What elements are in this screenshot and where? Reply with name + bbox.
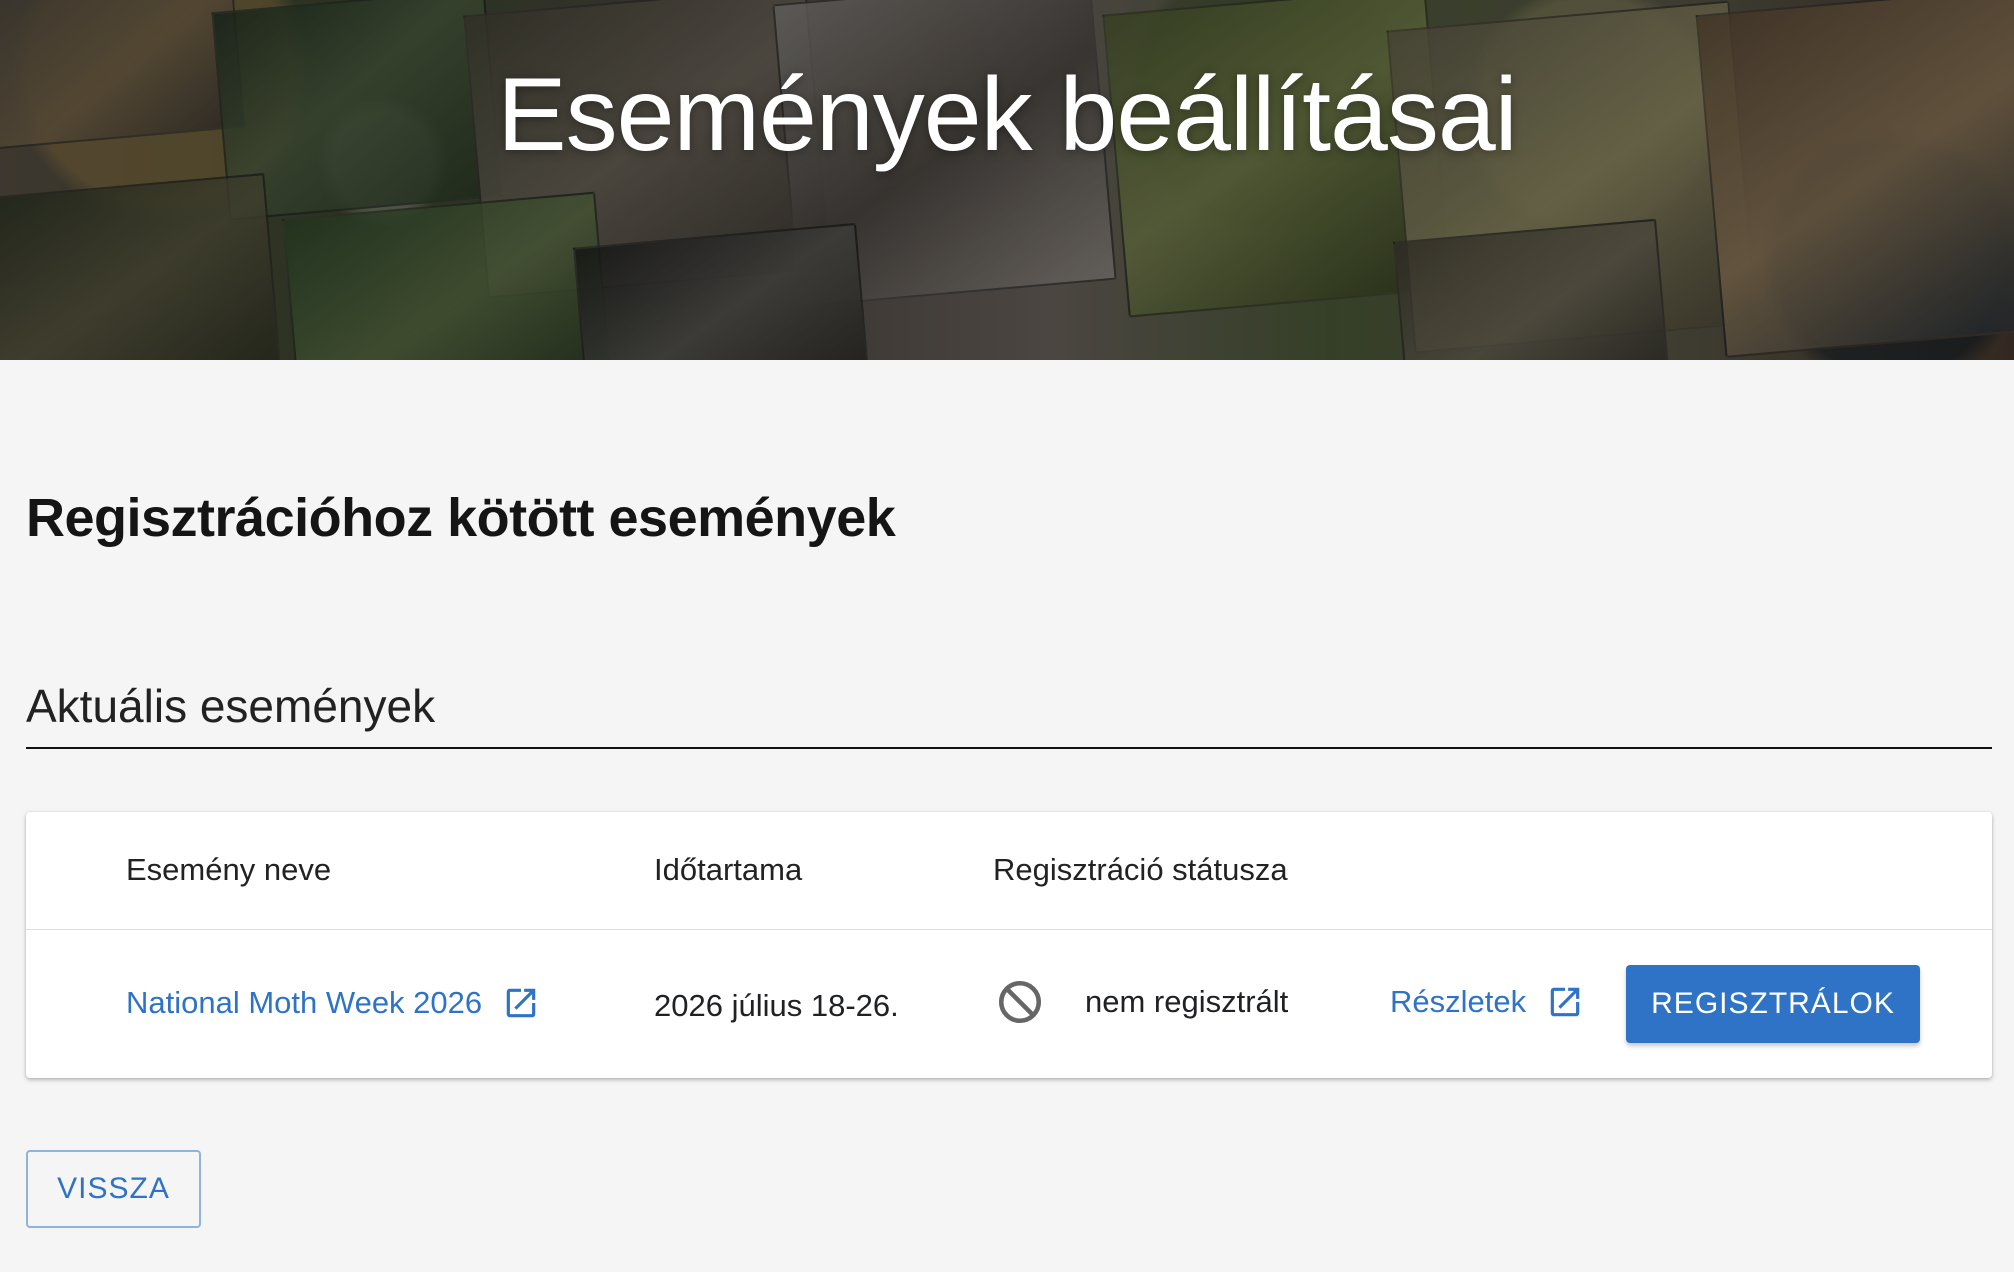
registration-status-text: nem regisztrált bbox=[1085, 984, 1289, 1019]
hero-header: Események beállításai bbox=[0, 0, 2014, 360]
table-header-registration-status: Regisztráció státusza bbox=[993, 852, 1288, 887]
page-title: Események beállításai bbox=[497, 57, 1518, 173]
table-header: Esemény neve Időtartama Regisztráció stá… bbox=[26, 812, 1992, 930]
register-button[interactable]: REGISZTRÁLOK bbox=[1626, 965, 1920, 1043]
event-name-link[interactable]: National Moth Week 2026 bbox=[126, 983, 540, 1023]
events-table-card: Esemény neve Időtartama Regisztráció stá… bbox=[26, 812, 1992, 1078]
table-header-duration: Időtartama bbox=[654, 852, 803, 887]
back-button[interactable]: VISSZA bbox=[26, 1150, 201, 1228]
open-in-new-icon bbox=[502, 984, 540, 1022]
event-duration: 2026 július 18-26. bbox=[654, 988, 899, 1023]
section-title: Regisztrációhoz kötött események bbox=[26, 488, 896, 548]
details-link[interactable]: Részletek bbox=[1390, 982, 1584, 1022]
block-icon bbox=[995, 977, 1045, 1027]
current-events-section: Aktuális események bbox=[26, 670, 1992, 749]
table-header-event-name: Esemény neve bbox=[126, 852, 332, 887]
subsection-title: Aktuális események bbox=[26, 680, 436, 732]
details-label: Részletek bbox=[1390, 984, 1527, 1019]
event-name-text: National Moth Week 2026 bbox=[126, 985, 483, 1020]
table-row: National Moth Week 2026 2026 július 18-2… bbox=[26, 930, 1992, 1078]
hero-overlay bbox=[0, 0, 2014, 360]
open-in-new-icon bbox=[1546, 983, 1584, 1021]
registration-status: nem regisztrált bbox=[995, 977, 1288, 1027]
